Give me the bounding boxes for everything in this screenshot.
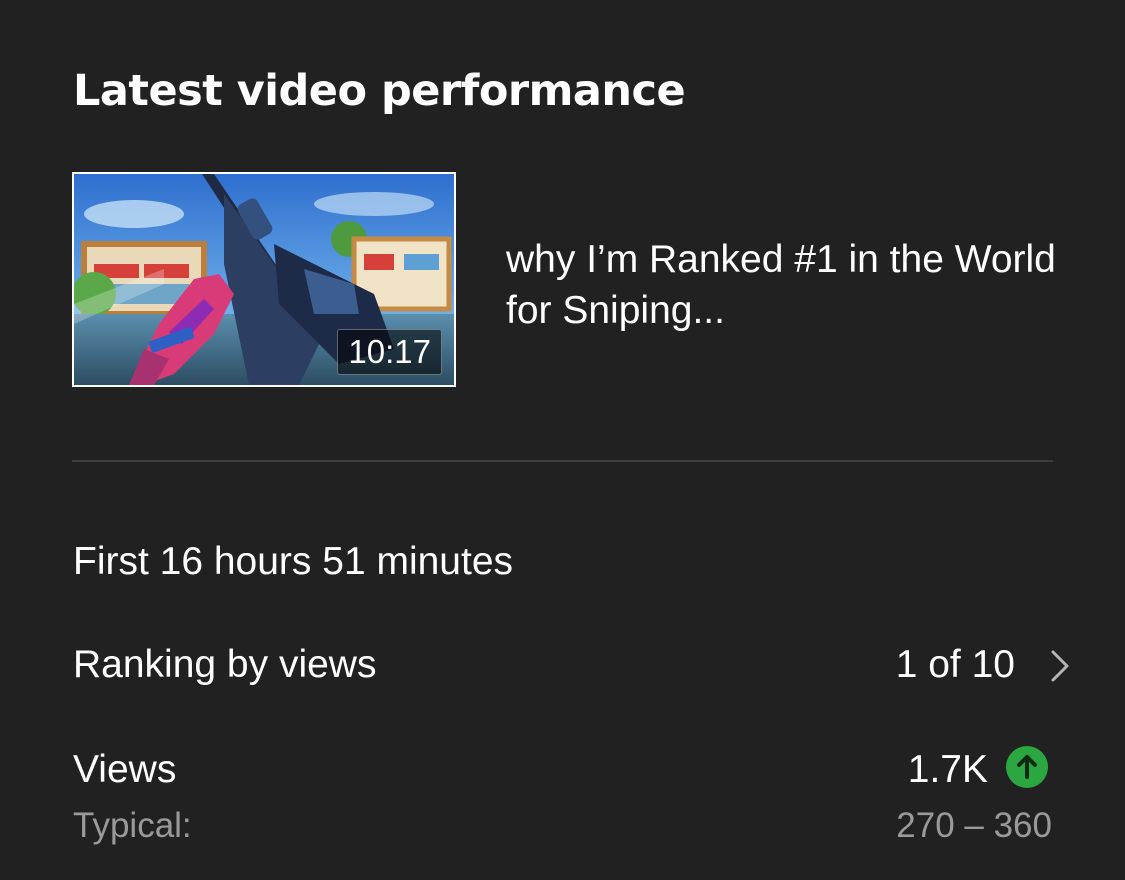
video-duration-badge: 10:17 — [337, 329, 442, 375]
ranking-value: 1 of 10 — [895, 643, 1015, 686]
video-thumbnail[interactable]: 10:17 — [72, 172, 456, 387]
typical-label: Typical: — [73, 806, 192, 845]
video-title[interactable]: why I’m Ranked #1 in the World for Snipi… — [506, 234, 1066, 336]
views-label: Views — [73, 748, 177, 791]
arrow-up-circle-icon — [1006, 746, 1048, 788]
time-period-label: First 16 hours 51 minutes — [73, 540, 514, 583]
latest-video-performance-card: Latest video performance 10:17 why I’m R… — [0, 0, 1125, 880]
ranking-label: Ranking by views — [73, 643, 377, 686]
chevron-right-icon[interactable] — [1046, 648, 1074, 684]
views-value: 1.7K — [907, 748, 988, 791]
card-title: Latest video performance — [73, 66, 686, 116]
typical-range-value: 270 – 360 — [896, 806, 1052, 845]
divider — [72, 460, 1053, 462]
